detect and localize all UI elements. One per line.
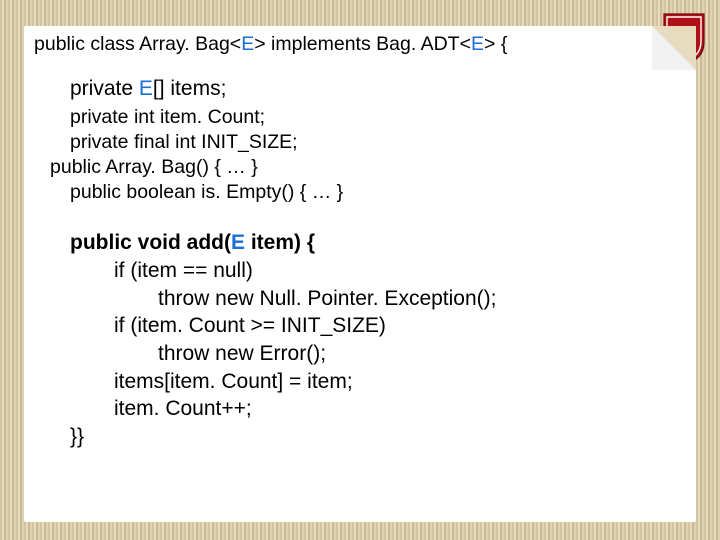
sig-part: public class Array. Bag< <box>34 33 241 55</box>
field-decl: private int item. Count; <box>70 105 686 130</box>
code-line: throw new Null. Pointer. Exception(); <box>70 285 686 313</box>
code-line: throw new Error(); <box>70 340 686 368</box>
code-line: if (item == null) <box>70 257 686 285</box>
type-param: E <box>139 77 153 100</box>
type-param: E <box>241 33 254 55</box>
method-head: public void add(E item) { <box>70 229 686 257</box>
slide-card: public class Array. Bag<E> implements Ba… <box>24 26 696 522</box>
text: item) { <box>245 231 315 254</box>
text: public void add( <box>70 231 231 254</box>
code-line: items[item. Count] = item; <box>70 368 686 396</box>
declarations-block: private E[] items; private int item. Cou… <box>70 76 686 205</box>
code-close: }} <box>70 423 686 451</box>
field-decl: private final int INIT_SIZE; <box>70 130 686 155</box>
sig-part: > { <box>484 33 507 55</box>
code-line: if (item. Count >= INIT_SIZE) <box>70 312 686 340</box>
method-decl: public boolean is. Empty() { … } <box>70 180 686 205</box>
code-line: item. Count++; <box>70 395 686 423</box>
text: private <box>70 77 139 100</box>
class-signature: public class Array. Bag<E> implements Ba… <box>34 32 686 56</box>
type-param: E <box>471 33 484 55</box>
type-param: E <box>231 231 245 254</box>
method-block: public void add(E item) { if (item == nu… <box>70 229 686 451</box>
sig-part: > implements Bag. ADT< <box>254 33 471 55</box>
ctor-decl: public Array. Bag() { … } <box>50 155 686 180</box>
field-decl: private E[] items; <box>70 76 686 103</box>
text: [] items; <box>153 77 227 100</box>
